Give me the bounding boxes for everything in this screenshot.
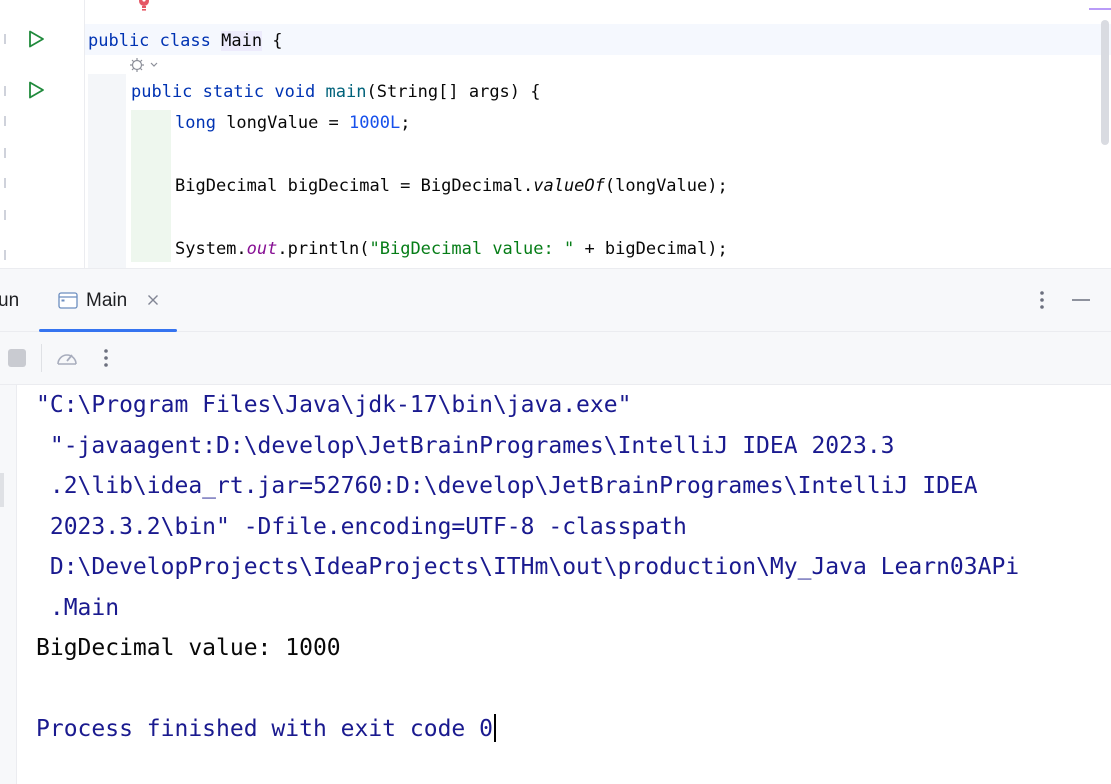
code-token: (longValue);	[604, 176, 728, 196]
code-token: Main	[221, 31, 263, 51]
tab-main[interactable]: Main	[39, 269, 177, 332]
line-number-fragment	[0, 116, 6, 126]
code-line-bigdecimal-decl[interactable]: BigDecimal bigDecimal = BigDecimal.value…	[175, 175, 728, 197]
line-number-fragment	[0, 210, 6, 220]
text-caret	[493, 714, 496, 742]
code-line-main-decl[interactable]: public static void main(String[] args) {	[131, 81, 541, 103]
tool-window-title[interactable]: un	[0, 290, 19, 312]
console-line[interactable]: "C:\Program Files\Java\jdk-17\bin\java.e…	[36, 390, 631, 420]
run-class-icon[interactable]	[26, 29, 46, 49]
code-token: long	[175, 113, 216, 133]
code-token: valueOf	[533, 176, 605, 196]
indent-guide	[88, 74, 126, 268]
stop-icon[interactable]	[7, 348, 27, 368]
code-token: public	[88, 31, 150, 51]
code-line-println[interactable]: System.out.println("BigDecimal value: " …	[175, 238, 728, 260]
code-token: 1000L	[349, 113, 401, 133]
console-line[interactable]: D:\DevelopProjects\IdeaProjects\ITHm\out…	[36, 552, 1019, 582]
run-tab-bar: un Main	[0, 269, 1111, 332]
toolbar-separator	[41, 344, 42, 372]
code-token: out	[246, 239, 278, 259]
run-tool-window: un Main "C:\Program Files\Java\jdk-17\bi…	[0, 268, 1111, 784]
code-token: public	[131, 82, 193, 102]
console-exit-line[interactable]: Process finished with exit code 0	[36, 714, 496, 744]
code-token: (String[] args) {	[366, 82, 541, 102]
line-number-fragment	[0, 178, 6, 188]
code-token: + bigDecimal);	[574, 239, 728, 259]
tab-main-label: Main	[86, 290, 128, 311]
code-token: longValue =	[215, 113, 350, 133]
console-line[interactable]: .2\lib\idea_rt.jar=52760:D:\develop\JetB…	[36, 471, 978, 501]
minimize-icon[interactable]	[1070, 289, 1092, 311]
inlay-hints-icon[interactable]	[128, 56, 162, 74]
code-token: "BigDecimal value: "	[369, 239, 575, 259]
code-line-long-decl[interactable]: long longValue = 1000L;	[175, 112, 410, 134]
run-toolbar	[0, 332, 1111, 385]
code-token: BigDecimal bigDecimal = BigDecimal.	[175, 176, 534, 196]
more-vertical-icon[interactable]	[1032, 289, 1052, 311]
line-number-fragment	[0, 34, 6, 44]
exit-message: Process finished with exit code 0	[36, 716, 493, 742]
console-output-line[interactable]: BigDecimal value: 1000	[36, 633, 341, 663]
profiler-icon[interactable]	[55, 347, 79, 369]
console-line[interactable]: .Main	[36, 593, 119, 623]
code-token: void	[274, 82, 316, 102]
console-line[interactable]: 2023.3.2\bin" -Dfile.encoding=UTF-8 -cla…	[36, 512, 687, 542]
code-token: System.	[175, 239, 247, 259]
code-token: {	[262, 31, 283, 51]
run-main-icon[interactable]	[26, 80, 46, 100]
console-line[interactable]: "-javaagent:D:\develop\JetBrainProgrames…	[36, 431, 895, 461]
error-stripe-mark[interactable]	[1089, 8, 1111, 10]
editor-gutter[interactable]	[0, 0, 85, 268]
console-gutter	[0, 385, 17, 784]
code-token: ;	[400, 113, 411, 133]
more-vertical-icon[interactable]	[96, 346, 116, 370]
code-token: main	[325, 82, 367, 102]
code-token: static	[202, 82, 265, 102]
close-icon[interactable]	[145, 292, 161, 308]
code-editor[interactable]: public class Main { public static void m…	[0, 0, 1111, 268]
code-token: class	[159, 31, 211, 51]
console-fold-marker	[0, 473, 4, 507]
line-number-fragment	[0, 148, 6, 158]
ide-window: public class Main { public static void m…	[0, 0, 1111, 784]
code-token: .println(	[277, 239, 370, 259]
line-number-fragment	[0, 250, 6, 260]
indent-guide	[131, 110, 171, 262]
line-number-fragment	[0, 86, 6, 96]
editor-scrollbar[interactable]	[1101, 20, 1109, 145]
intention-bulb-icon[interactable]	[135, 0, 153, 14]
code-line-class-decl[interactable]: public class Main {	[88, 30, 283, 52]
console-output[interactable]: "C:\Program Files\Java\jdk-17\bin\java.e…	[0, 385, 1111, 784]
console-window-icon	[58, 292, 78, 309]
